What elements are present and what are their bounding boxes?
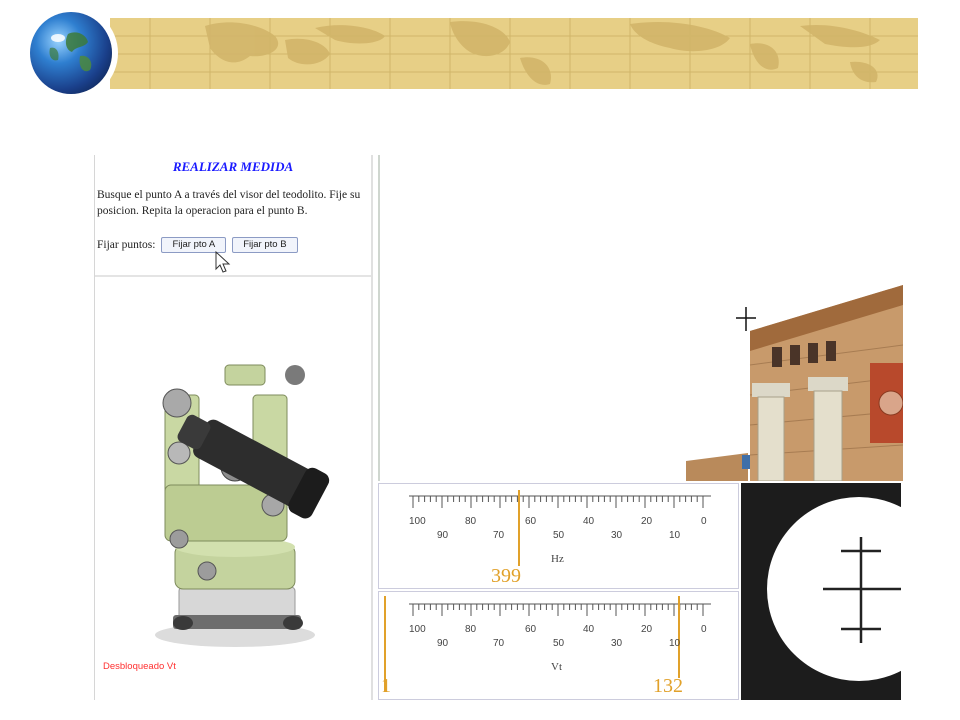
- hz-tick-label: 30: [611, 530, 623, 541]
- fix-point-b-button[interactable]: Fijar pto B: [232, 237, 298, 253]
- vt-tick-label: 70: [493, 638, 505, 649]
- fix-points-label: Fijar puntos:: [97, 239, 156, 251]
- hz-tick-label: 10: [669, 530, 681, 541]
- horizontal-angle-scale: 100 90 80 70 60 50 40 30 20 10 0 Hz 399: [378, 483, 739, 589]
- vt-tick-label: 40: [583, 624, 595, 635]
- hz-reading: 399: [491, 565, 521, 587]
- vt-tick-label: 60: [525, 624, 537, 635]
- hz-tick-label: 60: [525, 516, 537, 527]
- vt-tick-label: 20: [641, 624, 653, 635]
- hz-scale-graphic: 100 90 80 70 60 50 40 30 20 10 0 Hz 399: [409, 490, 711, 587]
- globe-logo: [30, 12, 112, 94]
- panel-title: REALIZAR MEDIDA: [172, 159, 294, 174]
- reticle-graphic: [767, 497, 901, 681]
- instructions-text: Busque el punto A a través del visor del…: [97, 189, 361, 217]
- world-map-decoration: [110, 18, 918, 89]
- vt-scale-graphic: 100 90 80 70 60 50 40 30 20 10 0 Vt 1 13…: [381, 596, 711, 697]
- vt-tick-label: 10: [669, 638, 681, 649]
- theodolite-model: [155, 364, 330, 647]
- hz-tick-label: 40: [583, 516, 595, 527]
- fix-points-row: Fijar puntos: Fijar pto A Fijar pto B: [97, 237, 298, 253]
- unlock-status-text: Desbloqueado Vt: [103, 661, 176, 672]
- vt-tick-label: 80: [465, 624, 477, 635]
- vertical-angle-scale: 100 90 80 70 60 50 40 30 20 10 0 Vt 1 13…: [378, 591, 739, 700]
- theodolite-simulator: REALIZAR MEDIDA Busque el punto A a trav…: [94, 155, 904, 700]
- vt-reading-right: 132: [653, 675, 683, 697]
- hz-tick-label: 0: [701, 516, 707, 527]
- header-banner: [110, 18, 918, 89]
- mouse-cursor-icon: [215, 251, 231, 273]
- scene-viewport[interactable]: [378, 155, 904, 482]
- hz-tick-label: 90: [437, 530, 449, 541]
- vt-tick-label: 50: [553, 638, 565, 649]
- vt-label: Vt: [551, 661, 562, 673]
- panel-divider: [95, 275, 371, 277]
- building-scene: [686, 285, 904, 482]
- hz-tick-label: 100: [409, 516, 426, 527]
- hz-tick-label: 80: [465, 516, 477, 527]
- vt-tick-label: 0: [701, 624, 707, 635]
- hz-tick-label: 70: [493, 530, 505, 541]
- eyepiece-view: [741, 483, 901, 700]
- hz-tick-label: 20: [641, 516, 653, 527]
- crosshair-icon: [736, 307, 756, 331]
- vt-reading-left: 1: [381, 675, 391, 697]
- control-panel: REALIZAR MEDIDA Busque el punto A a trav…: [95, 155, 373, 700]
- hz-tick-label: 50: [553, 530, 565, 541]
- vt-tick-label: 100: [409, 624, 426, 635]
- hz-label: Hz: [551, 553, 564, 565]
- vt-tick-label: 90: [437, 638, 449, 649]
- vt-tick-label: 30: [611, 638, 623, 649]
- globe-icon: [49, 32, 92, 72]
